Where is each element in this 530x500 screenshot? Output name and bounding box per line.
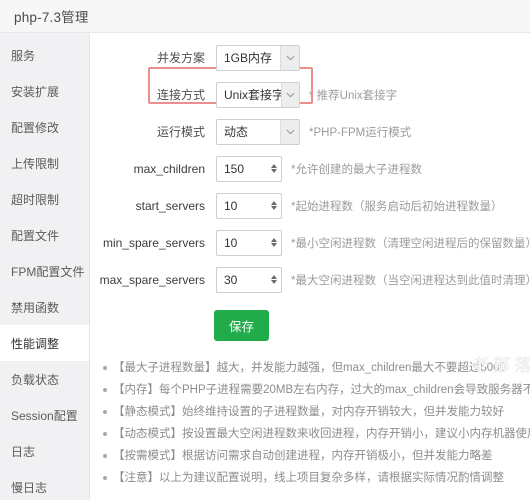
note-text: 【最大子进程数量】越大，并发能力越强，但max_children最大不要超过50… xyxy=(113,362,506,374)
sidebar-item-6[interactable]: FPM配置文件 xyxy=(0,253,89,289)
sidebar-item-2[interactable]: 配置修改 xyxy=(0,109,89,145)
sidebar-item-label: 安装扩展 xyxy=(11,84,60,99)
bullet-icon xyxy=(103,476,107,480)
sidebar-item-label: 日志 xyxy=(11,444,36,459)
sidebar-item-label: 配置修改 xyxy=(11,120,60,135)
number-value: 30 xyxy=(224,272,238,287)
number-input-5[interactable]: 10 xyxy=(216,229,282,256)
note-item: 【按需模式】根据访问需求自动创建进程，内存开销极小，但并发能力略差 xyxy=(103,445,530,467)
field-hint: *允许创建的最大子进程数 xyxy=(291,163,422,176)
settings-form: 并发方案 1GB内存连接方式 Unix套接字 * 推荐Unix套接字运行模式 动态 *PH… xyxy=(90,39,530,298)
window-title: php-7.3管理 xyxy=(14,10,89,25)
field-label: max_spare_servers xyxy=(99,272,205,287)
sidebar-item-0[interactable]: 服务 xyxy=(0,37,89,73)
chevron-down-icon[interactable] xyxy=(280,119,299,144)
sidebar-item-9[interactable]: 负载状态 xyxy=(0,361,89,397)
window-titlebar: php-7.3管理 xyxy=(0,0,530,33)
note-item: 【内存】每个PHP子进程需要20MB左右内存，过大的max_children会导… xyxy=(103,379,530,401)
select-value: 动态 xyxy=(224,125,249,139)
sidebar-item-label: 超时限制 xyxy=(11,192,60,207)
save-button[interactable]: 保存 xyxy=(214,310,270,341)
save-row: 保存 xyxy=(90,310,530,341)
spinner-arrows-icon[interactable] xyxy=(266,194,281,218)
field-label: max_children xyxy=(133,161,205,176)
number-value: 150 xyxy=(224,161,245,176)
sidebar-item-7[interactable]: 禁用函数 xyxy=(0,289,89,325)
sidebar-item-label: Session配置 xyxy=(11,408,78,423)
sidebar-item-label: 上传限制 xyxy=(11,156,60,171)
number-input-3[interactable]: 150 xyxy=(216,155,282,182)
number-value: 10 xyxy=(224,198,238,213)
select-value: 1GB内存 xyxy=(224,51,273,65)
select-0[interactable]: 1GB内存 xyxy=(216,44,300,71)
bullet-icon xyxy=(103,454,107,458)
note-item: 【最大子进程数量】越大，并发能力越强，但max_children最大不要超过50… xyxy=(103,357,530,379)
note-item: 【静态模式】始终维持设置的子进程数量，对内存开销较大，但并发能力较好 xyxy=(103,401,530,423)
sidebar-item-3[interactable]: 上传限制 xyxy=(0,145,89,181)
spinner-arrows-icon[interactable] xyxy=(266,231,281,255)
bullet-icon xyxy=(103,410,107,414)
form-row-4: start_servers 10 *起始进程数（服务启动后初始进程数量） xyxy=(90,187,530,224)
form-row-6: max_spare_servers 30 *最大空闲进程数（当空闲进程达到此值时清理… xyxy=(90,261,530,298)
chevron-down-icon[interactable] xyxy=(280,45,299,70)
sidebar-item-1[interactable]: 安装扩展 xyxy=(0,73,89,109)
sidebar-item-label: 配置文件 xyxy=(11,228,60,243)
field-hint: *最大空闲进程数（当空闲进程达到此值时清理） xyxy=(291,274,530,287)
form-row-3: max_children 150 *允许创建的最大子进程数 xyxy=(90,150,530,187)
sidebar-item-label: 负载状态 xyxy=(11,372,60,387)
sidebar-item-label: 禁用函数 xyxy=(11,300,60,315)
bullet-icon xyxy=(103,366,107,370)
sidebar-item-label: 性能调整 xyxy=(11,336,60,351)
sidebar-item-4[interactable]: 超时限制 xyxy=(0,181,89,217)
bullet-icon xyxy=(103,388,107,392)
window-body: 服务安装扩展配置修改上传限制超时限制配置文件 FPM配置文件 禁用函数性能调整负载状… xyxy=(0,33,530,500)
sidebar: 服务安装扩展配置修改上传限制超时限制配置文件 FPM配置文件 禁用函数性能调整负载状… xyxy=(0,33,90,500)
main-content: 老部落 并发方案 1GB内存 连接方式 Unix套接字 * 推荐Unix套接字 运行模式动… xyxy=(90,33,530,500)
form-row-2: 运行模式 动态 *PHP-FPM运行模式 xyxy=(90,113,530,150)
note-text: 【动态模式】按设置最大空闲进程数来收回进程，内存开销小，建议小内存机器使用 xyxy=(113,428,530,440)
form-row-5: min_spare_servers 10 *最小空闲进程数（清理空闲进程后的保留数量… xyxy=(90,224,530,261)
sidebar-item-label: FPM配置文件 xyxy=(11,264,85,279)
php-manager-window: php-7.3管理 服务安装扩展配置修改上传限制超时限制配置文件 FPM配置文件禁… xyxy=(0,0,530,500)
bullet-icon xyxy=(103,432,107,436)
sidebar-item-10[interactable]: Session配置 xyxy=(0,397,89,433)
select-1[interactable]: Unix套接字 xyxy=(216,81,300,108)
field-hint: * 推荐Unix套接字 xyxy=(309,89,398,102)
field-label: 并发方案 xyxy=(156,51,205,65)
chevron-down-icon[interactable] xyxy=(280,82,299,107)
field-hint: *起始进程数（服务启动后初始进程数量） xyxy=(291,200,503,213)
number-value: 10 xyxy=(224,235,238,250)
select-2[interactable]: 动态 xyxy=(216,118,300,145)
note-text: 【静态模式】始终维持设置的子进程数量，对内存开销较大，但并发能力较好 xyxy=(113,406,504,418)
sidebar-item-12[interactable]: 慢日志 xyxy=(0,469,89,500)
form-row-1: 连接方式 Unix套接字 * 推荐Unix套接字 xyxy=(90,76,530,113)
field-label: min_spare_servers xyxy=(102,235,205,250)
number-input-4[interactable]: 10 xyxy=(216,192,282,219)
field-label: start_servers xyxy=(135,198,205,213)
select-value: Unix套接字 xyxy=(224,88,281,102)
form-row-0: 并发方案 1GB内存 xyxy=(90,39,530,76)
number-input-6[interactable]: 30 xyxy=(216,266,282,293)
field-hint: *PHP-FPM运行模式 xyxy=(309,126,412,139)
note-item: 【动态模式】按设置最大空闲进程数来收回进程，内存开销小，建议小内存机器使用 xyxy=(103,423,530,445)
sidebar-item-label: 慢日志 xyxy=(11,480,48,495)
field-hint: *最小空闲进程数（清理空闲进程后的保留数量） xyxy=(291,237,530,250)
spinner-arrows-icon[interactable] xyxy=(266,157,281,181)
field-label: 运行模式 xyxy=(156,125,205,139)
note-text: 【注意】以上为建议配置说明，线上项目复杂多样，请根据实际情况酌情调整 xyxy=(113,472,504,484)
sidebar-item-label: 服务 xyxy=(11,48,36,63)
spinner-arrows-icon[interactable] xyxy=(266,268,281,292)
note-text: 【内存】每个PHP子进程需要20MB左右内存，过大的max_children会导… xyxy=(113,384,530,396)
note-text: 【按需模式】根据访问需求自动创建进程，内存开销极小，但并发能力略差 xyxy=(113,450,493,462)
note-item: 【注意】以上为建议配置说明，线上项目复杂多样，请根据实际情况酌情调整 xyxy=(103,467,530,489)
sidebar-item-11[interactable]: 日志 xyxy=(0,433,89,469)
sidebar-item-5[interactable]: 配置文件 xyxy=(0,217,89,253)
sidebar-item-8[interactable]: 性能调整 xyxy=(0,325,89,361)
notes-list: 【最大子进程数量】越大，并发能力越强，但max_children最大不要超过50… xyxy=(90,357,530,489)
field-label: 连接方式 xyxy=(156,88,205,102)
